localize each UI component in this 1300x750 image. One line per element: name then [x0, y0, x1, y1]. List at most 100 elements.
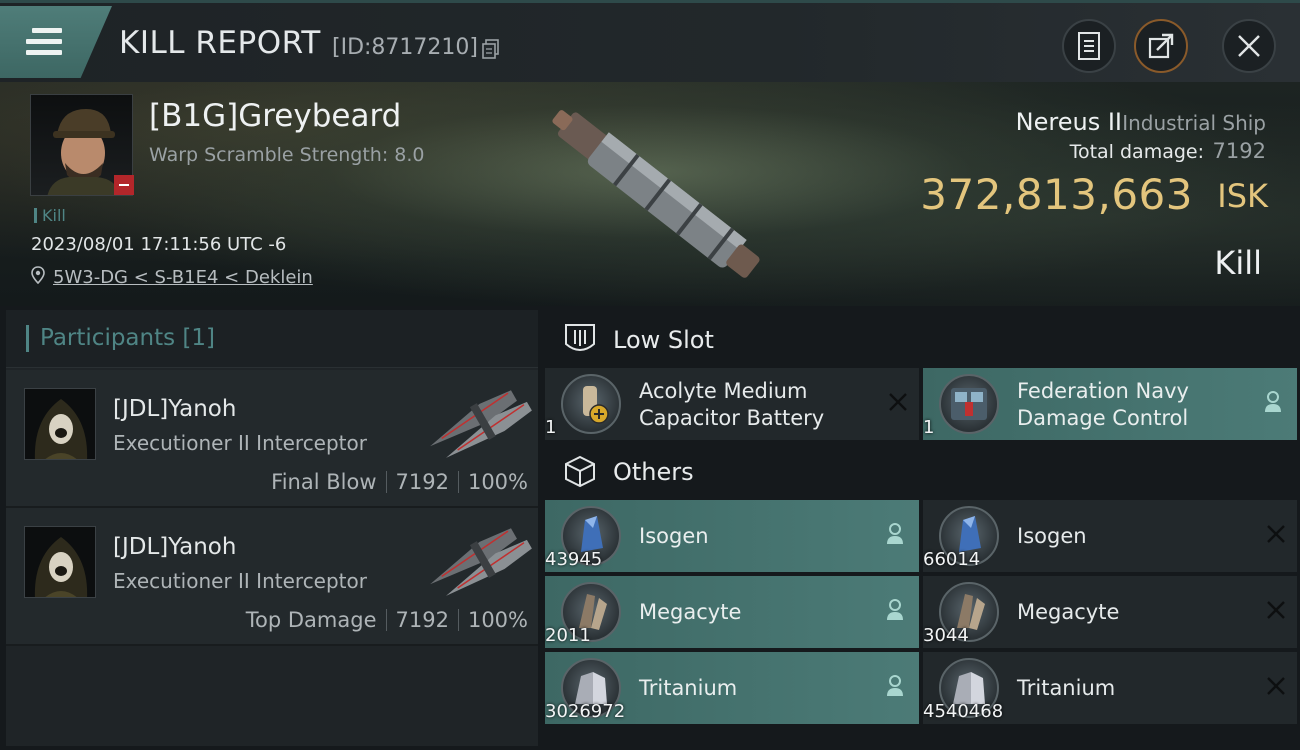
- menu-button[interactable]: [0, 6, 112, 78]
- kill-type-tag: Kill: [34, 206, 66, 225]
- participants-header-accent: [26, 325, 29, 352]
- item-quantity: 3026972: [545, 701, 626, 722]
- item-name: Isogen: [1017, 524, 1087, 548]
- kill-location-link[interactable]: 5W3-DG < S-B1E4 < Deklein: [53, 267, 313, 288]
- hostile-status-icon: [114, 175, 134, 195]
- victim-ship-name[interactable]: Nereus II: [1016, 108, 1122, 136]
- item-quantity: 4540468: [923, 701, 1004, 722]
- cargo-box-icon: [565, 455, 595, 488]
- total-damage-value: 7192: [1212, 139, 1266, 163]
- low-slot-item[interactable]: 1 Federation Navy Damage Control: [923, 368, 1297, 440]
- item-name-line1: Federation Navy: [1017, 379, 1189, 403]
- destroyed-x-icon: [1267, 677, 1285, 695]
- participant-damage: 7192: [395, 470, 449, 494]
- hooded-pilot-portrait-icon: [34, 537, 88, 597]
- item-quantity: 1: [545, 417, 557, 438]
- report-id: [ID:8717210]: [332, 35, 478, 60]
- page-title: KILL REPORT: [119, 25, 321, 61]
- fitting-items-panel: Low Slot 1 Acolyte Medium Capacitor Batt…: [545, 310, 1297, 746]
- participant-row[interactable]: [JDL]Yanoh Executioner II Interceptor To…: [6, 508, 538, 646]
- item-name-line2: Damage Control: [1017, 406, 1189, 430]
- share-export-icon: [1148, 33, 1174, 59]
- participant-damage: 7192: [395, 608, 449, 632]
- item-name: Isogen: [639, 524, 709, 548]
- victim-banner: [B1G]Greybeard Warp Scramble Strength: 8…: [0, 82, 1300, 306]
- cargo-item[interactable]: 3044 Megacyte: [923, 576, 1297, 648]
- share-button[interactable]: [1134, 19, 1188, 73]
- warp-scramble-strength: Warp Scramble Strength: 8.0: [149, 144, 425, 166]
- location-pin-icon: [31, 266, 45, 284]
- document-icon: [1078, 32, 1100, 60]
- isk-unit: ISK: [1217, 177, 1268, 215]
- low-slot-item[interactable]: 1 Acolyte Medium Capacitor Battery: [545, 368, 919, 440]
- participant-ship-image[interactable]: [416, 378, 534, 458]
- damage-control-icon: [939, 374, 999, 434]
- others-header: Others: [545, 442, 1297, 500]
- copy-id-icon[interactable]: [482, 39, 500, 59]
- participant-ship: Executioner II Interceptor: [113, 569, 367, 593]
- cargo-item[interactable]: 66014 Isogen: [923, 500, 1297, 572]
- item-name-line1: Acolyte Medium: [639, 379, 808, 403]
- victim-ship-image[interactable]: [520, 90, 790, 300]
- low-slot-header: Low Slot: [545, 310, 1297, 368]
- cargo-item[interactable]: 43945 Isogen: [545, 500, 919, 572]
- item-quantity: 43945: [545, 549, 603, 570]
- participant-role: Top Damage: [245, 608, 377, 632]
- low-slot-label: Low Slot: [613, 326, 714, 354]
- participant-stats: Top Damage 7192 100%: [246, 608, 528, 632]
- low-slot-icon: [565, 324, 595, 351]
- isk-value: 372,813,663: [920, 170, 1193, 219]
- hooded-pilot-portrait-icon: [34, 399, 88, 459]
- participant-ship: Executioner II Interceptor: [113, 431, 367, 455]
- others-label: Others: [613, 458, 694, 486]
- destroyed-x-icon: [1267, 525, 1285, 543]
- kill-result: Kill: [1214, 244, 1262, 282]
- destroyed-x-icon: [889, 393, 907, 411]
- participants-panel: Participants [1] [JDL]Yanoh Executioner …: [6, 310, 538, 746]
- stat-divider: [457, 471, 459, 493]
- report-log-button[interactable]: [1062, 19, 1116, 73]
- item-name: Megacyte: [1017, 600, 1120, 624]
- dropped-person-icon: [1265, 391, 1281, 412]
- participant-ship-image[interactable]: [416, 516, 534, 596]
- hamburger-menu-icon: [26, 28, 62, 58]
- item-name: Federation Navy Damage Control: [1017, 378, 1189, 432]
- kill-datetime: 2023/08/01 17:11:56 UTC -6: [31, 234, 287, 255]
- stat-divider: [385, 609, 387, 631]
- participant-percent: 100%: [467, 608, 528, 632]
- victim-name[interactable]: [B1G]Greybeard: [149, 98, 401, 134]
- item-name: Tritanium: [1017, 676, 1116, 700]
- participant-row[interactable]: [JDL]Yanoh Executioner II Interceptor Fi…: [6, 370, 538, 508]
- item-quantity: 2011: [545, 625, 591, 646]
- participant-stats: Final Blow 7192 100%: [271, 470, 528, 494]
- close-icon: [1238, 35, 1260, 57]
- close-button[interactable]: [1222, 19, 1276, 73]
- participant-name[interactable]: [JDL]Yanoh: [113, 534, 236, 560]
- participant-role: Final Blow: [271, 470, 377, 494]
- item-quantity: 66014: [923, 549, 981, 570]
- capacitor-battery-icon: [561, 374, 621, 434]
- participants-header: Participants [1]: [6, 310, 538, 368]
- total-damage-label: Total damage:: [1069, 141, 1204, 163]
- item-name: Megacyte: [639, 600, 742, 624]
- cargo-item[interactable]: 3026972 Tritanium: [545, 652, 919, 724]
- item-name-line2: Capacitor Battery: [639, 406, 825, 430]
- item-name: Acolyte Medium Capacitor Battery: [639, 378, 824, 432]
- item-name: Tritanium: [639, 676, 738, 700]
- stat-divider: [385, 471, 387, 493]
- cargo-item[interactable]: 4540468 Tritanium: [923, 652, 1297, 724]
- kill-report-header: KILL REPORT [ID:8717210]: [0, 0, 1300, 82]
- item-quantity: 1: [923, 417, 935, 438]
- participant-percent: 100%: [467, 470, 528, 494]
- dropped-person-icon: [887, 675, 903, 696]
- stat-divider: [457, 609, 459, 631]
- item-quantity: 3044: [923, 625, 969, 646]
- dropped-person-icon: [887, 599, 903, 620]
- cargo-item[interactable]: 2011 Megacyte: [545, 576, 919, 648]
- participants-header-label: Participants [1]: [40, 325, 215, 351]
- participant-portrait[interactable]: [24, 388, 96, 460]
- dropped-person-icon: [887, 523, 903, 544]
- participant-portrait[interactable]: [24, 526, 96, 598]
- participant-name[interactable]: [JDL]Yanoh: [113, 396, 236, 422]
- destroyed-x-icon: [1267, 601, 1285, 619]
